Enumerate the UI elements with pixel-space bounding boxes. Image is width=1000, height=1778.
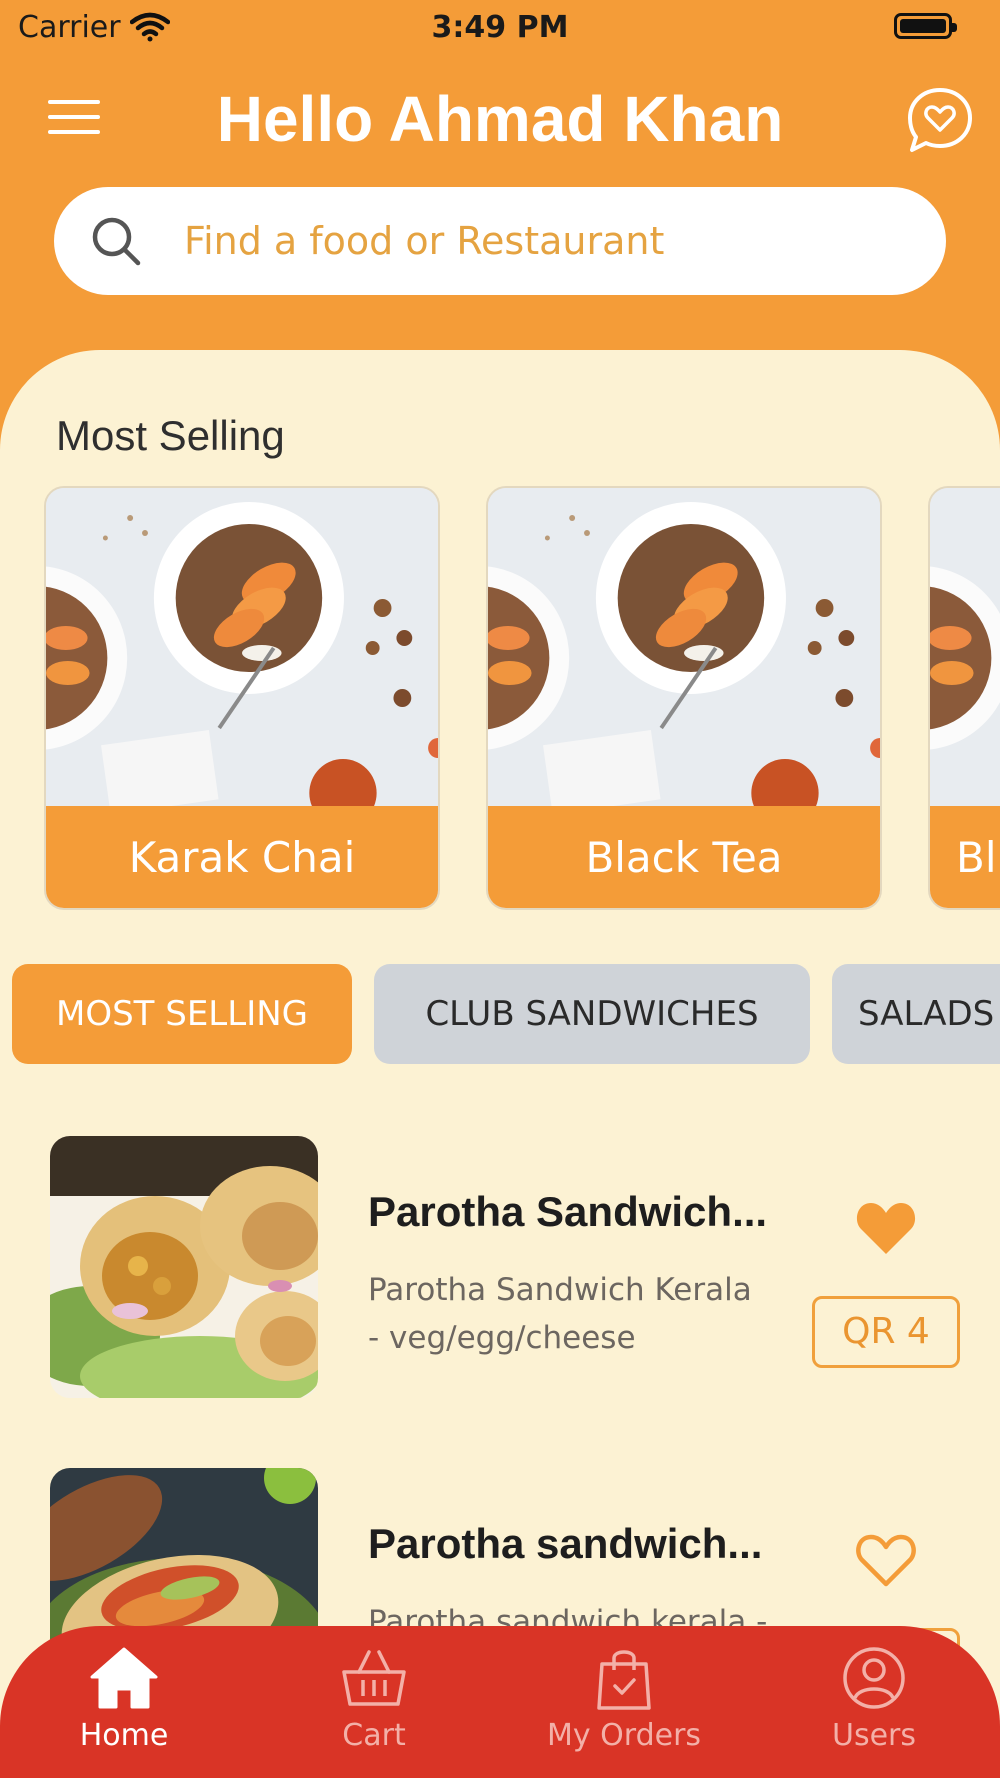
product-card-label: Bl (930, 806, 1000, 908)
food-photo (46, 488, 438, 806)
category-chip-salads[interactable]: SALADS (832, 964, 1000, 1064)
item-name: Parotha sandwich... (368, 1520, 763, 1567)
item-description: Parotha Sandwich Kerala - veg/egg/cheese (368, 1272, 752, 1356)
section-title-most-selling: Most Selling (56, 412, 285, 459)
search-bar[interactable] (54, 187, 946, 295)
search-icon (92, 217, 141, 266)
category-chip-club-sandwiches[interactable]: CLUB SANDWICHES (374, 964, 810, 1064)
most-selling-carousel[interactable]: Karak Chai Black Tea Bl (44, 486, 1000, 910)
tab-cart[interactable]: Cart (284, 1646, 464, 1776)
product-card[interactable]: Black Tea (486, 486, 882, 910)
product-card-label: Black Tea (488, 806, 880, 908)
tab-label: Home (79, 1718, 169, 1753)
favorites-chat-icon[interactable] (906, 86, 974, 154)
favorite-heart-filled-icon[interactable] (854, 1198, 918, 1256)
clock: 3:49 PM (431, 10, 569, 45)
product-card[interactable]: Bl (928, 486, 1000, 910)
tab-home[interactable]: Home (34, 1646, 214, 1776)
main-content: Most Selling Karak Chai Black Tea Bl MOS… (0, 350, 1000, 1778)
tab-my-orders[interactable]: My Orders (534, 1646, 714, 1776)
favorite-heart-outline-icon[interactable] (854, 1530, 918, 1588)
shopping-bag-icon (597, 1650, 651, 1710)
food-thumbnail (50, 1136, 318, 1398)
user-icon (843, 1647, 905, 1709)
greeting-title: Hello Ahmad Khan (216, 83, 784, 155)
food-photo (930, 488, 1000, 806)
status-bar: Carrier 3:49 PM (0, 0, 1000, 56)
food-photo (488, 488, 880, 806)
tab-label: Cart (342, 1718, 406, 1753)
home-icon (90, 1647, 158, 1709)
tab-label: My Orders (546, 1718, 702, 1753)
category-chip-most-selling[interactable]: MOST SELLING (12, 964, 352, 1064)
menu-item[interactable]: Parotha Sandwich... Parotha Sandwich Ker… (0, 1136, 1000, 1406)
product-card-label: Karak Chai (46, 806, 438, 908)
category-chips: MOST SELLING CLUB SANDWICHES SALADS (0, 964, 1000, 1064)
search-input[interactable] (184, 211, 884, 271)
bottom-tab-bar: Home Cart My Orders Users (0, 1626, 1000, 1778)
header: Hello Ahmad Khan (0, 60, 1000, 180)
price-tag: QR 4 (812, 1296, 960, 1368)
product-card[interactable]: Karak Chai (44, 486, 440, 910)
battery-icon (894, 13, 957, 39)
tab-users[interactable]: Users (784, 1646, 964, 1776)
tab-label: Users (831, 1718, 916, 1753)
basket-icon (342, 1650, 406, 1706)
item-name: Parotha Sandwich... (368, 1188, 768, 1235)
